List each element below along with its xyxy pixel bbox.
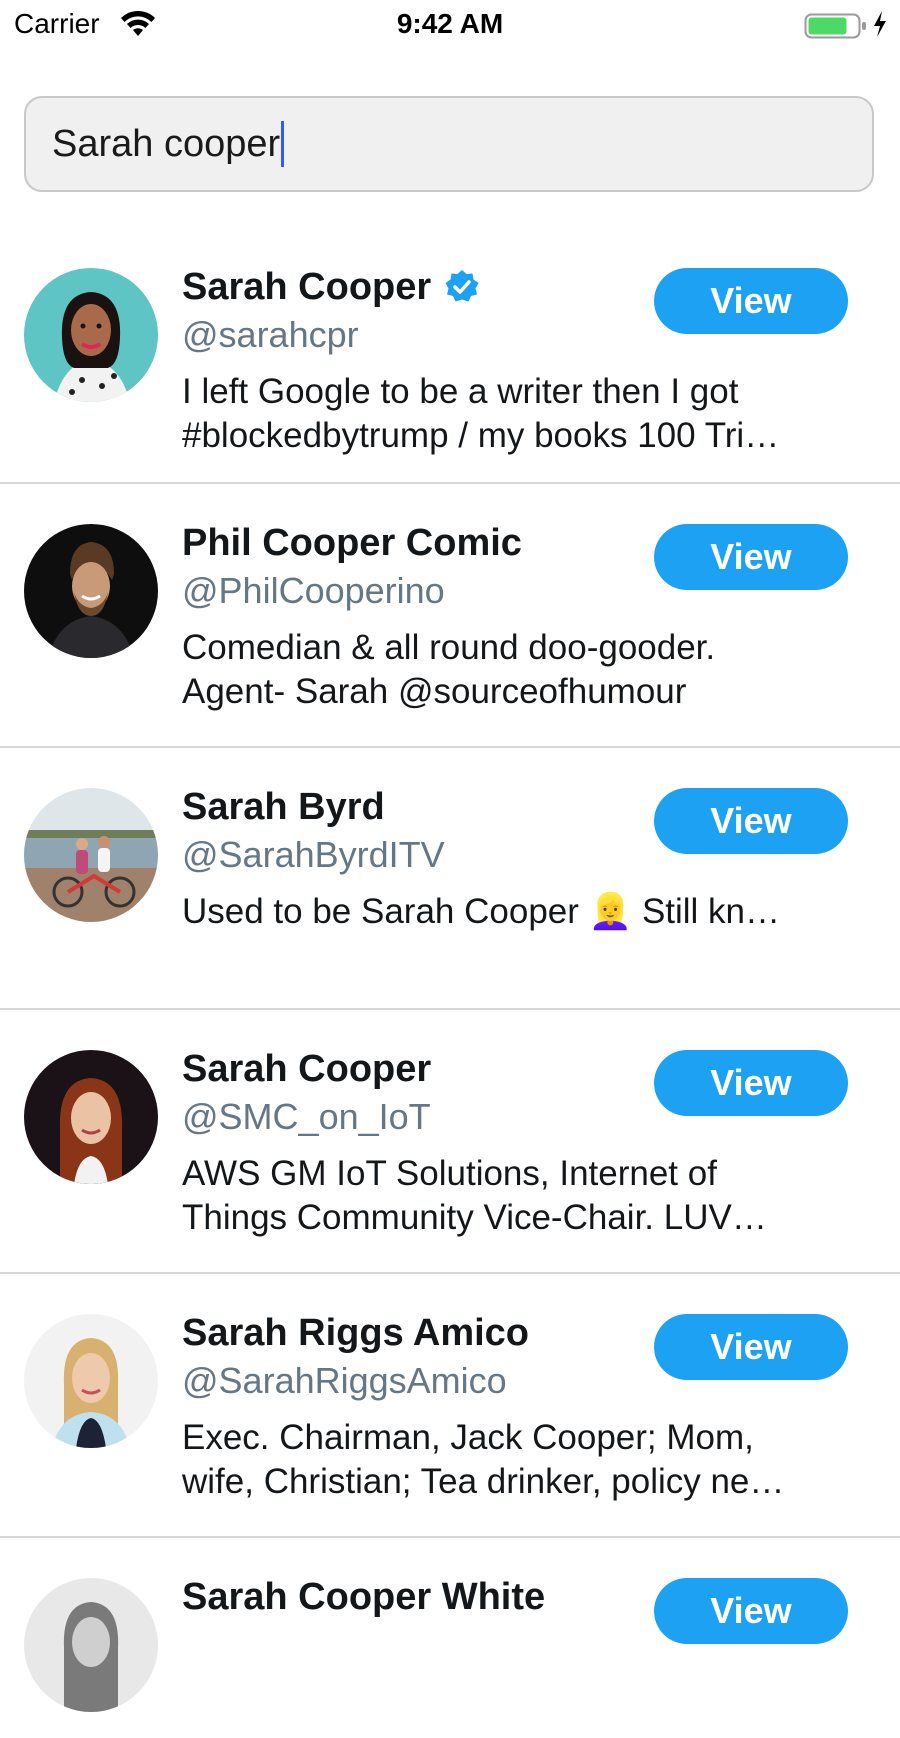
view-button[interactable]: View <box>654 1578 848 1644</box>
avatar[interactable] <box>24 524 158 658</box>
search-input[interactable]: Sarah cooper <box>24 96 874 192</box>
results-list: Sarah Cooper @sarahcpr I left Google to … <box>0 228 900 1738</box>
display-name: Phil Cooper Comic <box>182 521 522 564</box>
view-button[interactable]: View <box>654 1050 848 1116</box>
view-button[interactable]: View <box>654 1314 848 1380</box>
bio-line: Exec. Chairman, Jack Cooper; Mom, <box>182 1418 754 1457</box>
list-item[interactable]: Sarah Cooper @sarahcpr I left Google to … <box>0 228 900 484</box>
clock: 9:42 AM <box>396 8 504 39</box>
bio-line: Agent- Sarah @sourceofhumour <box>182 672 687 711</box>
bio-line: #blockedbytrump / my books 100 Tri… <box>182 416 780 455</box>
bio-line: Used to be Sarah Cooper 👱‍♀️ Still kn… <box>182 892 781 931</box>
bio-line: AWS GM IoT Solutions, Internet of <box>182 1154 717 1193</box>
user-bio: Comedian & all round doo-gooder. Agent- … <box>182 626 842 714</box>
display-name: Sarah Cooper <box>182 1047 432 1090</box>
view-button[interactable]: View <box>654 268 848 334</box>
charging-icon <box>874 11 886 37</box>
view-button[interactable]: View <box>654 788 848 854</box>
list-item[interactable]: Sarah Cooper White View <box>0 1538 900 1738</box>
list-item[interactable]: Sarah Riggs Amico @SarahRiggsAmico Exec.… <box>0 1274 900 1538</box>
user-bio: AWS GM IoT Solutions, Internet of Things… <box>182 1152 842 1240</box>
user-bio: Used to be Sarah Cooper 👱‍♀️ Still kn… <box>182 890 842 934</box>
display-name: Sarah Cooper <box>182 265 432 308</box>
avatar[interactable] <box>24 1050 158 1184</box>
display-name: Sarah Riggs Amico <box>182 1311 530 1354</box>
display-name: Sarah Byrd <box>182 785 385 828</box>
bio-line: Comedian & all round doo-gooder. <box>182 628 716 667</box>
avatar[interactable] <box>24 1314 158 1448</box>
list-item[interactable]: Sarah Cooper @SMC_on_IoT AWS GM IoT Solu… <box>0 1010 900 1274</box>
verified-badge-icon <box>445 270 479 302</box>
battery-icon <box>804 13 866 39</box>
text-caret <box>281 121 285 167</box>
bio-line: wife, Christian; Tea drinker, policy ne… <box>182 1462 785 1501</box>
display-name: Sarah Cooper White <box>182 1575 546 1618</box>
user-bio: I left Google to be a writer then I got … <box>182 370 842 458</box>
status-bar: Carrier 9:42 AM <box>0 0 900 50</box>
list-item[interactable]: Sarah Byrd @SarahByrdITV Used to be Sara… <box>0 748 900 1010</box>
bio-line: I left Google to be a writer then I got <box>182 372 739 411</box>
avatar[interactable] <box>24 1578 158 1712</box>
avatar[interactable] <box>24 268 158 402</box>
user-bio: Exec. Chairman, Jack Cooper; Mom, wife, … <box>182 1416 842 1504</box>
avatar[interactable] <box>24 788 158 922</box>
bio-line: Things Community Vice-Chair. LUV… <box>182 1198 767 1237</box>
view-button[interactable]: View <box>654 524 848 590</box>
list-item[interactable]: Phil Cooper Comic @PhilCooperino Comedia… <box>0 484 900 748</box>
search-input-value[interactable]: Sarah cooper <box>52 123 280 166</box>
